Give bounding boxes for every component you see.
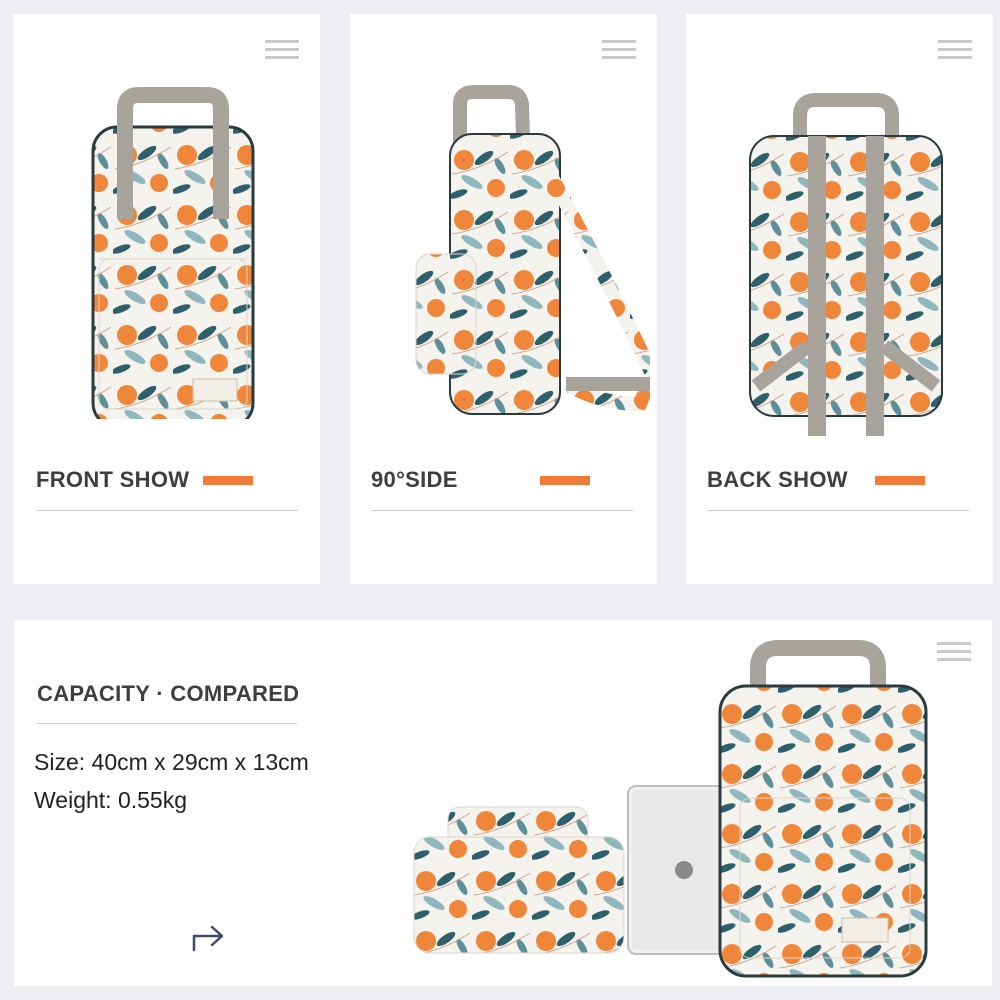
weight-spec: Weight: 0.55kg <box>34 787 188 813</box>
capacity-heading: CAPACITY · COMPARED <box>37 681 300 706</box>
menu-icon[interactable] <box>602 40 636 60</box>
accent-bar <box>540 476 590 485</box>
share-arrow-icon[interactable] <box>190 922 236 952</box>
folded-backpack-image <box>413 806 625 954</box>
backpack-side-image <box>415 85 650 415</box>
front-view-card: FRONT SHOW <box>13 14 320 584</box>
view-label: BACK SHOW <box>707 467 848 492</box>
back-view-card: BACK SHOW <box>686 14 993 584</box>
menu-icon[interactable] <box>265 40 299 60</box>
menu-icon[interactable] <box>937 642 971 662</box>
divider <box>37 723 297 724</box>
backpack-front-image <box>91 87 255 419</box>
backpack-large-image <box>718 640 928 978</box>
capacity-card: CAPACITY · COMPARED Size: 40cm x 29cm x … <box>14 620 992 986</box>
divider <box>371 510 633 511</box>
backpack-back-image <box>749 93 943 436</box>
divider <box>707 510 969 511</box>
view-label: 90°SIDE <box>371 467 458 492</box>
accent-bar <box>203 476 253 485</box>
divider <box>36 510 298 511</box>
side-view-card: 90°SIDE <box>350 14 657 584</box>
view-label: FRONT SHOW <box>36 467 190 492</box>
accent-bar <box>875 476 925 485</box>
menu-icon[interactable] <box>938 40 972 60</box>
size-spec: Size: 40cm x 29cm x 13cm <box>34 749 309 775</box>
